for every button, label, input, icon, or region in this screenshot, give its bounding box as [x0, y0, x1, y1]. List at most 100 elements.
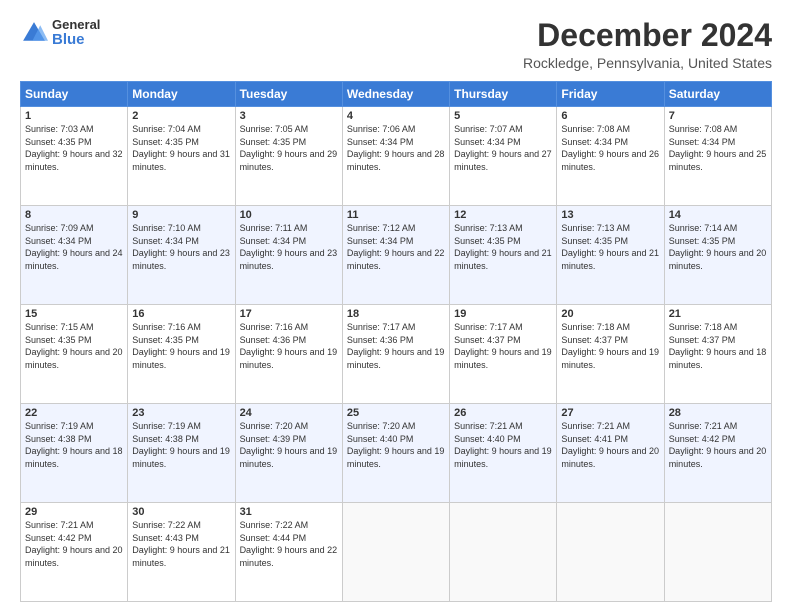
- calendar-header-cell: Wednesday: [342, 82, 449, 107]
- day-number: 20: [561, 308, 659, 320]
- day-info: Sunrise: 7:03 AMSunset: 4:35 PMDaylight:…: [25, 123, 123, 173]
- calendar-header-cell: Friday: [557, 82, 664, 107]
- calendar-header-cell: Monday: [128, 82, 235, 107]
- calendar-header-cell: Sunday: [21, 82, 128, 107]
- calendar-day-cell: [664, 503, 771, 602]
- calendar-day-cell: [557, 503, 664, 602]
- calendar-day-cell: 19Sunrise: 7:17 AMSunset: 4:37 PMDayligh…: [450, 305, 557, 404]
- calendar-day-cell: 8Sunrise: 7:09 AMSunset: 4:34 PMDaylight…: [21, 206, 128, 305]
- day-number: 25: [347, 407, 445, 419]
- calendar-body: 1Sunrise: 7:03 AMSunset: 4:35 PMDaylight…: [21, 107, 772, 602]
- day-info: Sunrise: 7:21 AMSunset: 4:41 PMDaylight:…: [561, 420, 659, 470]
- day-number: 14: [669, 209, 767, 221]
- day-info: Sunrise: 7:08 AMSunset: 4:34 PMDaylight:…: [561, 123, 659, 173]
- day-info: Sunrise: 7:22 AMSunset: 4:43 PMDaylight:…: [132, 519, 230, 569]
- day-info: Sunrise: 7:13 AMSunset: 4:35 PMDaylight:…: [454, 222, 552, 272]
- calendar-day-cell: 2Sunrise: 7:04 AMSunset: 4:35 PMDaylight…: [128, 107, 235, 206]
- day-info: Sunrise: 7:22 AMSunset: 4:44 PMDaylight:…: [240, 519, 338, 569]
- day-number: 23: [132, 407, 230, 419]
- day-number: 8: [25, 209, 123, 221]
- calendar-day-cell: 17Sunrise: 7:16 AMSunset: 4:36 PMDayligh…: [235, 305, 342, 404]
- calendar-header-cell: Thursday: [450, 82, 557, 107]
- calendar-day-cell: 20Sunrise: 7:18 AMSunset: 4:37 PMDayligh…: [557, 305, 664, 404]
- day-number: 6: [561, 110, 659, 122]
- day-info: Sunrise: 7:20 AMSunset: 4:39 PMDaylight:…: [240, 420, 338, 470]
- day-info: Sunrise: 7:21 AMSunset: 4:40 PMDaylight:…: [454, 420, 552, 470]
- calendar-day-cell: 11Sunrise: 7:12 AMSunset: 4:34 PMDayligh…: [342, 206, 449, 305]
- day-number: 26: [454, 407, 552, 419]
- calendar-week-row: 22Sunrise: 7:19 AMSunset: 4:38 PMDayligh…: [21, 404, 772, 503]
- calendar-week-row: 1Sunrise: 7:03 AMSunset: 4:35 PMDaylight…: [21, 107, 772, 206]
- calendar-day-cell: [450, 503, 557, 602]
- day-info: Sunrise: 7:17 AMSunset: 4:37 PMDaylight:…: [454, 321, 552, 371]
- calendar-day-cell: 7Sunrise: 7:08 AMSunset: 4:34 PMDaylight…: [664, 107, 771, 206]
- calendar-day-cell: 28Sunrise: 7:21 AMSunset: 4:42 PMDayligh…: [664, 404, 771, 503]
- calendar-day-cell: 5Sunrise: 7:07 AMSunset: 4:34 PMDaylight…: [450, 107, 557, 206]
- day-info: Sunrise: 7:14 AMSunset: 4:35 PMDaylight:…: [669, 222, 767, 272]
- day-number: 30: [132, 506, 230, 518]
- calendar-day-cell: 1Sunrise: 7:03 AMSunset: 4:35 PMDaylight…: [21, 107, 128, 206]
- calendar-day-cell: 13Sunrise: 7:13 AMSunset: 4:35 PMDayligh…: [557, 206, 664, 305]
- day-number: 28: [669, 407, 767, 419]
- calendar-day-cell: 26Sunrise: 7:21 AMSunset: 4:40 PMDayligh…: [450, 404, 557, 503]
- day-number: 3: [240, 110, 338, 122]
- calendar-table: SundayMondayTuesdayWednesdayThursdayFrid…: [20, 81, 772, 602]
- calendar-day-cell: 16Sunrise: 7:16 AMSunset: 4:35 PMDayligh…: [128, 305, 235, 404]
- day-info: Sunrise: 7:21 AMSunset: 4:42 PMDaylight:…: [25, 519, 123, 569]
- day-info: Sunrise: 7:08 AMSunset: 4:34 PMDaylight:…: [669, 123, 767, 173]
- calendar-day-cell: 6Sunrise: 7:08 AMSunset: 4:34 PMDaylight…: [557, 107, 664, 206]
- day-info: Sunrise: 7:06 AMSunset: 4:34 PMDaylight:…: [347, 123, 445, 173]
- calendar-day-cell: 22Sunrise: 7:19 AMSunset: 4:38 PMDayligh…: [21, 404, 128, 503]
- calendar-day-cell: 25Sunrise: 7:20 AMSunset: 4:40 PMDayligh…: [342, 404, 449, 503]
- day-number: 15: [25, 308, 123, 320]
- calendar-day-cell: 18Sunrise: 7:17 AMSunset: 4:36 PMDayligh…: [342, 305, 449, 404]
- day-number: 10: [240, 209, 338, 221]
- logo-text: General Blue: [52, 18, 100, 49]
- day-number: 22: [25, 407, 123, 419]
- day-number: 18: [347, 308, 445, 320]
- day-info: Sunrise: 7:05 AMSunset: 4:35 PMDaylight:…: [240, 123, 338, 173]
- calendar-day-cell: 10Sunrise: 7:11 AMSunset: 4:34 PMDayligh…: [235, 206, 342, 305]
- calendar-day-cell: 12Sunrise: 7:13 AMSunset: 4:35 PMDayligh…: [450, 206, 557, 305]
- day-info: Sunrise: 7:18 AMSunset: 4:37 PMDaylight:…: [561, 321, 659, 371]
- calendar-day-cell: 9Sunrise: 7:10 AMSunset: 4:34 PMDaylight…: [128, 206, 235, 305]
- logo-blue: Blue: [52, 32, 100, 49]
- day-number: 21: [669, 308, 767, 320]
- day-info: Sunrise: 7:13 AMSunset: 4:35 PMDaylight:…: [561, 222, 659, 272]
- day-number: 12: [454, 209, 552, 221]
- day-info: Sunrise: 7:10 AMSunset: 4:34 PMDaylight:…: [132, 222, 230, 272]
- day-number: 4: [347, 110, 445, 122]
- day-number: 27: [561, 407, 659, 419]
- page-title: December 2024: [523, 18, 772, 53]
- day-number: 24: [240, 407, 338, 419]
- header: General Blue December 2024 Rockledge, Pe…: [20, 18, 772, 71]
- calendar-week-row: 15Sunrise: 7:15 AMSunset: 4:35 PMDayligh…: [21, 305, 772, 404]
- calendar-header-cell: Tuesday: [235, 82, 342, 107]
- day-number: 1: [25, 110, 123, 122]
- day-info: Sunrise: 7:20 AMSunset: 4:40 PMDaylight:…: [347, 420, 445, 470]
- calendar-day-cell: 30Sunrise: 7:22 AMSunset: 4:43 PMDayligh…: [128, 503, 235, 602]
- day-number: 9: [132, 209, 230, 221]
- day-number: 7: [669, 110, 767, 122]
- day-number: 31: [240, 506, 338, 518]
- page: General Blue December 2024 Rockledge, Pe…: [0, 0, 792, 612]
- calendar-day-cell: 3Sunrise: 7:05 AMSunset: 4:35 PMDaylight…: [235, 107, 342, 206]
- day-number: 2: [132, 110, 230, 122]
- day-info: Sunrise: 7:12 AMSunset: 4:34 PMDaylight:…: [347, 222, 445, 272]
- calendar-day-cell: 24Sunrise: 7:20 AMSunset: 4:39 PMDayligh…: [235, 404, 342, 503]
- day-info: Sunrise: 7:09 AMSunset: 4:34 PMDaylight:…: [25, 222, 123, 272]
- day-number: 16: [132, 308, 230, 320]
- header-row: SundayMondayTuesdayWednesdayThursdayFrid…: [21, 82, 772, 107]
- title-area: December 2024 Rockledge, Pennsylvania, U…: [523, 18, 772, 71]
- calendar-day-cell: 14Sunrise: 7:14 AMSunset: 4:35 PMDayligh…: [664, 206, 771, 305]
- day-info: Sunrise: 7:17 AMSunset: 4:36 PMDaylight:…: [347, 321, 445, 371]
- day-info: Sunrise: 7:18 AMSunset: 4:37 PMDaylight:…: [669, 321, 767, 371]
- day-info: Sunrise: 7:19 AMSunset: 4:38 PMDaylight:…: [25, 420, 123, 470]
- calendar-week-row: 29Sunrise: 7:21 AMSunset: 4:42 PMDayligh…: [21, 503, 772, 602]
- day-number: 17: [240, 308, 338, 320]
- day-info: Sunrise: 7:15 AMSunset: 4:35 PMDaylight:…: [25, 321, 123, 371]
- day-number: 5: [454, 110, 552, 122]
- day-number: 29: [25, 506, 123, 518]
- day-info: Sunrise: 7:19 AMSunset: 4:38 PMDaylight:…: [132, 420, 230, 470]
- page-subtitle: Rockledge, Pennsylvania, United States: [523, 55, 772, 71]
